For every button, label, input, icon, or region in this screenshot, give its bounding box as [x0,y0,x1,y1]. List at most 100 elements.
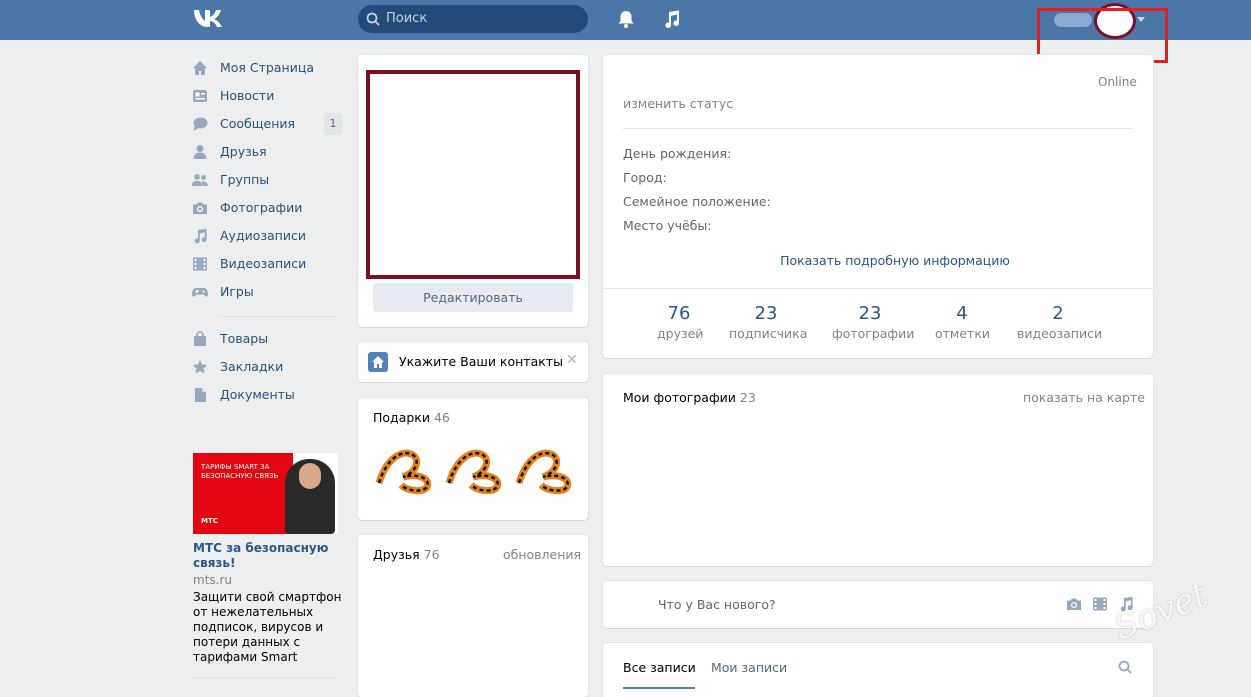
stat-tags[interactable]: 4 отметки [935,303,991,341]
gift-ribbon-icon[interactable] [513,443,577,495]
gift-ribbon-icon[interactable] [373,443,437,495]
gift-ribbon-icon[interactable] [443,443,507,495]
person-icon [193,145,207,159]
active-tab-indicator [623,687,695,689]
show-details-link[interactable]: Показать подробную информацию [603,253,1187,268]
online-status: Online [1098,75,1137,89]
vk-logo[interactable] [192,7,228,31]
ad-url[interactable]: mts.ru [193,573,232,587]
relationship-label: Семейное положение: [623,194,771,209]
close-icon[interactable]: ✕ [566,352,578,368]
menu-item-groups[interactable]: Группы [192,168,342,192]
menu-item-games[interactable]: Игры [192,280,342,304]
friends-count: 76 [423,547,440,562]
new-post-card: Что у Вас нового? [603,581,1153,628]
gifts-count: 46 [433,410,450,425]
menu-label: Документы [220,387,295,402]
menu-label: Группы [220,172,270,187]
stat-value: 23 [858,303,882,324]
photos-header[interactable]: Мои фотографии 23 [623,390,756,405]
menu-label: Новости [220,88,275,103]
education-label: Место учёбы: [623,218,712,233]
ad-banner-line-1: ТАРИФЫ SMART ЗА [201,463,270,471]
film-icon[interactable] [1092,596,1108,612]
shopping-bag-icon [194,331,206,346]
vk-logo-icon [194,10,222,27]
document-icon [195,388,206,402]
stat-value: 4 [956,303,968,324]
film-icon [193,257,207,271]
new-post-input[interactable]: Что у Вас нового? [658,597,776,612]
ad-banner-brand: МТС [201,517,218,525]
home-icon [193,61,207,75]
menu-label: Товары [220,331,269,346]
star-icon [192,359,208,374]
menu-label: Закладки [220,359,284,374]
music-note-icon [194,228,207,244]
gifts-header[interactable]: Подарки 46 [373,410,450,425]
stat-followers[interactable]: 23 подписчика [729,303,808,341]
stat-label: отметки [935,326,991,341]
gifts-card: Подарки 46 [358,398,588,520]
profile-photo[interactable] [366,70,580,279]
menu-label: Друзья [220,144,267,159]
menu-item-my-page[interactable]: Моя Страница [192,56,342,80]
photos-count: 23 [739,390,756,405]
stat-photos[interactable]: 23 фотографии [832,303,915,341]
stat-value: 2 [1052,303,1064,324]
search-input[interactable]: Поиск [358,5,588,33]
ad-person-face [299,463,321,489]
menu-item-goods[interactable]: Товары [192,327,342,351]
music-note-icon[interactable] [662,9,682,29]
ad-description: Защити свой смартфон от нежелательных по… [193,590,342,664]
stat-value: 76 [667,303,691,324]
tab-all-posts[interactable]: Все записи [623,660,696,675]
divider [603,288,1153,289]
friends-updates-link[interactable]: обновления [503,547,581,562]
menu-item-documents[interactable]: Документы [192,383,342,407]
profile-info-card: Online изменить статус День рождения: Го… [603,55,1153,358]
message-bubble-icon [193,117,208,131]
gifts-title: Подарки [373,410,430,425]
divider [623,128,1133,129]
stat-value: 23 [754,303,778,324]
search-icon [366,12,380,26]
stat-videos[interactable]: 2 видеозаписи [1017,303,1103,341]
menu-label: Аудиозаписи [220,228,306,243]
city-label: Город: [623,170,667,185]
stat-label: подписчика [729,326,808,341]
notifications-bell-icon[interactable] [616,9,636,29]
wall-card: Все записи Мои записи [603,643,1153,697]
menu-divider [220,316,336,317]
my-photos-card: Мои фотографии 23 показать на карте [603,374,1153,566]
show-on-map-link[interactable]: показать на карте [1023,390,1145,405]
menu-item-bookmarks[interactable]: Закладки [192,355,342,379]
stat-label: видеозаписи [1017,326,1103,341]
stat-label: фотографии [832,326,915,341]
stat-friends[interactable]: 76 друзей [657,303,703,341]
menu-label: Моя Страница [220,60,314,75]
menu-item-messages[interactable]: Сообщения 1 [192,112,342,136]
menu-item-friends[interactable]: Друзья [192,140,342,164]
menu-item-video[interactable]: Видеозаписи [192,252,342,276]
ad-title[interactable]: МТС за безопасную связь! [193,541,343,571]
birthday-label: День рождения: [623,146,732,161]
menu-label: Сообщения [220,116,296,131]
menu-item-audio[interactable]: Аудиозаписи [192,224,342,248]
camera-icon [193,202,207,214]
menu-label: Видеозаписи [220,256,307,271]
contacts-prompt-card[interactable]: Укажите Ваши контакты ✕ [358,342,588,382]
avatar-card: Редактировать [358,55,588,327]
change-status-link[interactable]: изменить статус [623,96,733,111]
camera-icon[interactable] [1066,596,1082,612]
search-placeholder: Поиск [386,11,428,26]
tab-my-posts[interactable]: Мои записи [711,660,787,675]
photos-title: Мои фотографии [623,390,736,405]
news-icon [193,90,207,102]
ad-banner-line-2: БЕЗОПАСНУЮ СВЯЗЬ [201,472,279,480]
menu-item-news[interactable]: Новости [192,84,342,108]
menu-item-photos[interactable]: Фотографии [192,196,342,220]
ad-image[interactable]: ТАРИФЫ SMART ЗА БЕЗОПАСНУЮ СВЯЗЬ МТС [193,453,338,534]
edit-profile-button[interactable]: Редактировать [373,283,573,312]
friends-header[interactable]: Друзья 76 [373,547,440,562]
